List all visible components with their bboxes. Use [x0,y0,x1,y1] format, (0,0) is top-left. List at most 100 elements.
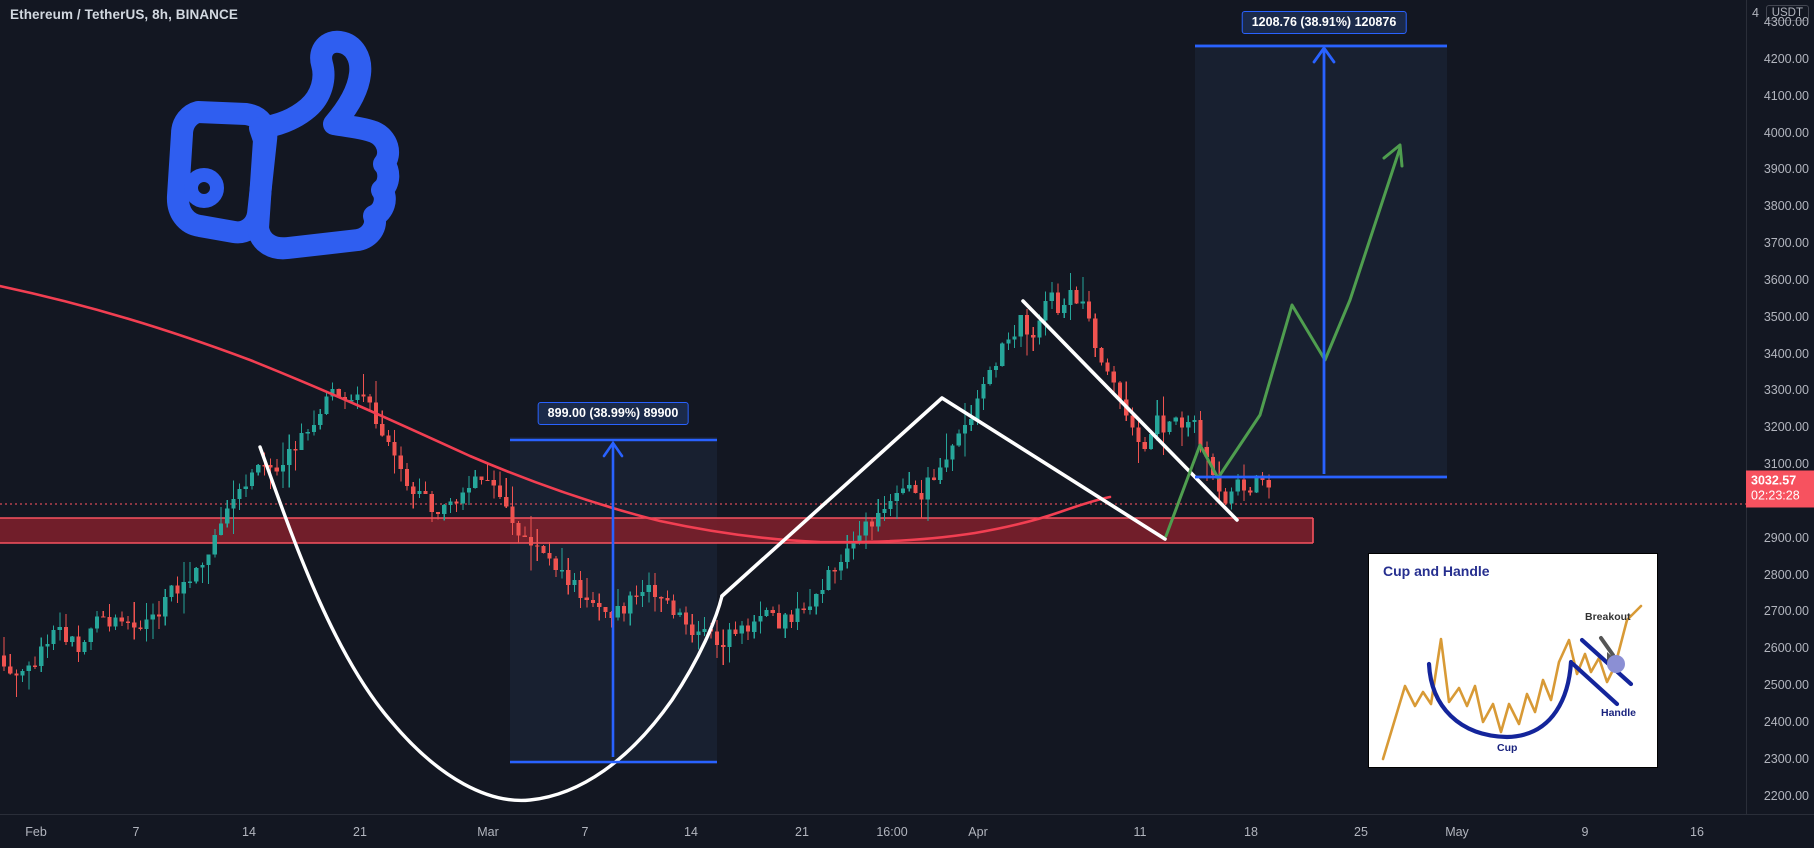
candle-body [448,501,453,505]
candle-body [1229,491,1234,504]
candle-body [150,614,155,620]
current-price-countdown: 02:23:28 [1751,488,1800,503]
candle-body [553,558,558,570]
candle-body [63,627,69,642]
candle-body [485,479,490,482]
candle-body [1062,304,1067,313]
measure-label-right[interactable]: 1208.76 (38.91%) 120876 [1241,11,1407,34]
candle-body [411,486,416,495]
thumbs-up-icon [166,30,400,260]
candle-body [683,612,689,625]
price-tick: 3100.00 [1763,457,1809,472]
candle-body [590,600,596,603]
candle-body [1192,419,1197,422]
candle-body [628,595,633,614]
price-tick: 3900.00 [1763,162,1809,177]
candle-body [324,396,329,414]
support-resistance-zone [0,517,1314,544]
current-price-label[interactable]: 3032.57 02:23:28 [1746,470,1814,508]
candle-body [1031,334,1036,338]
price-tick: 2900.00 [1763,530,1809,545]
candle-body [417,491,422,495]
candle-body [758,616,763,622]
candle-body [876,513,881,527]
candle-body [355,394,360,401]
time-tick: Mar [477,825,499,839]
candle-body [287,448,292,465]
candle-body [1241,479,1247,491]
candle-body [838,561,844,571]
candle-body [869,521,875,527]
candle-body [156,614,162,617]
price-tick: 2600.00 [1763,641,1809,656]
candle-body [925,477,930,500]
candle-body [1,655,7,667]
candle-body [900,488,906,493]
candle-body [1037,320,1042,338]
candle-body [603,607,608,612]
candle-body [1173,417,1178,422]
candle-body [863,521,868,536]
candle-body [1111,371,1116,383]
time-tick: May [1445,825,1469,839]
inset-label-cup: Cup [1497,742,1518,754]
price-tick: 4100.00 [1763,88,1809,103]
cup-and-handle-inset-image[interactable]: Cup and Handle Breakout Handle Cup [1368,553,1658,768]
inset-title: Cup and Handle [1383,563,1490,579]
candle-body [361,394,366,397]
candle-body [1198,419,1203,448]
price-scale-prefix: 4 [1752,6,1759,20]
candle-body [938,467,943,481]
candle-body [423,491,428,494]
time-tick: 16:00 [876,825,908,839]
time-tick: 11 [1133,825,1147,839]
candle-body [491,479,496,486]
candle-body [1012,336,1017,340]
candle-body [14,673,19,676]
candle-body [256,464,261,473]
candle-body [1068,289,1073,305]
price-tick: 2400.00 [1763,714,1809,729]
candle-body [615,605,620,618]
candle-body [981,384,986,399]
candle-body [1179,417,1185,428]
candle-body [975,398,980,420]
price-tick: 2200.00 [1763,788,1809,803]
time-tick: 14 [684,825,698,839]
candle-body [466,488,472,493]
candle-body [392,442,397,456]
candle-body [621,605,627,614]
candle-body [745,625,751,632]
price-tick: 2800.00 [1763,567,1809,582]
candle-body [634,595,639,597]
measure-label-left[interactable]: 899.00 (38.99%) 89900 [537,402,689,425]
price-tick: 3500.00 [1763,309,1809,324]
candle-body [132,622,137,628]
candle-body [659,597,664,599]
candle-body [547,553,552,559]
candle-body [32,665,38,668]
candle-body [497,485,503,497]
candle-body [194,567,199,582]
candle-body [677,612,682,616]
candle-body [1235,479,1240,492]
price-tick: 3800.00 [1763,199,1809,214]
candle-body [280,464,286,472]
candle-body [572,580,577,585]
candle-body [1018,315,1023,337]
candle-body [187,581,193,583]
candle-body [1142,442,1147,449]
time-scale[interactable]: Feb 7 14 21 Mar 7 14 21 16:00 Apr 11 18 25 May 9 16 [0,814,1814,848]
candle-body [479,476,484,480]
price-tick: 3700.00 [1763,236,1809,251]
time-tick: 9 [1581,825,1589,839]
price-scale[interactable]: 4 USDT 4300.00 4200.00 4100.00 4000.00 3900.… [1746,0,1814,814]
candle-body [1043,301,1048,321]
candle-body [504,496,509,507]
symbol-title[interactable]: Ethereum / TetherUS, 8h, BINANCE [10,7,238,22]
candle-body [1000,343,1005,366]
candle-body [206,554,211,565]
candle-body [801,608,806,611]
candle-body [20,670,25,676]
candle-body [528,536,534,546]
